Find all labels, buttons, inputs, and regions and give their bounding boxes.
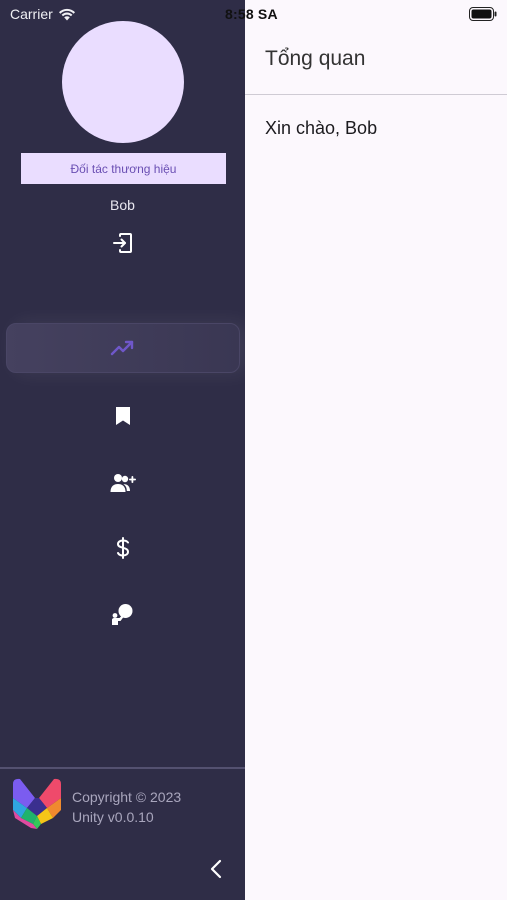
copyright-text: Copyright © 2023 [72, 789, 182, 805]
nav-item-presentations[interactable] [6, 589, 240, 639]
status-bar: Carrier 8:58 SA [0, 0, 507, 28]
logout-icon [111, 231, 135, 260]
logout-button[interactable] [108, 230, 138, 260]
nav-item-overview[interactable] [6, 323, 240, 373]
nav-item-finance[interactable] [6, 523, 240, 573]
sidebar-divider [0, 767, 245, 769]
battery-icon [469, 7, 497, 26]
add-user-icon [110, 473, 136, 493]
main-content: Tổng quan Xin chào, Bob [245, 0, 507, 900]
version-text: Unity v0.0.10 [72, 809, 154, 825]
status-time: 8:58 SA [225, 6, 278, 22]
role-badge: Đối tác thương hiệu [21, 153, 226, 184]
greeting-text: Xin chào, Bob [265, 118, 378, 138]
nav-item-add-user[interactable] [6, 458, 240, 508]
carrier-indicator: Carrier [10, 6, 76, 22]
presenter-icon [111, 603, 135, 625]
chevron-left-icon [210, 859, 222, 884]
page-title: Tổng quan [265, 47, 366, 70]
wifi-icon [58, 8, 76, 21]
sidebar: Đối tác thương hiệu Bob Copyright © 2023… [0, 0, 245, 900]
carrier-label: Carrier [10, 6, 53, 22]
dollar-icon [116, 537, 130, 559]
copyright-info: Copyright © 2023 Unity v0.0.10 [72, 787, 181, 827]
collapse-sidebar-button[interactable] [204, 858, 228, 884]
nav-item-bookmarks[interactable] [6, 391, 240, 441]
trending-up-icon [110, 339, 136, 357]
brand-logo [11, 778, 63, 830]
avatar[interactable] [62, 21, 184, 143]
bookmark-icon [115, 406, 131, 426]
username: Bob [110, 197, 135, 213]
